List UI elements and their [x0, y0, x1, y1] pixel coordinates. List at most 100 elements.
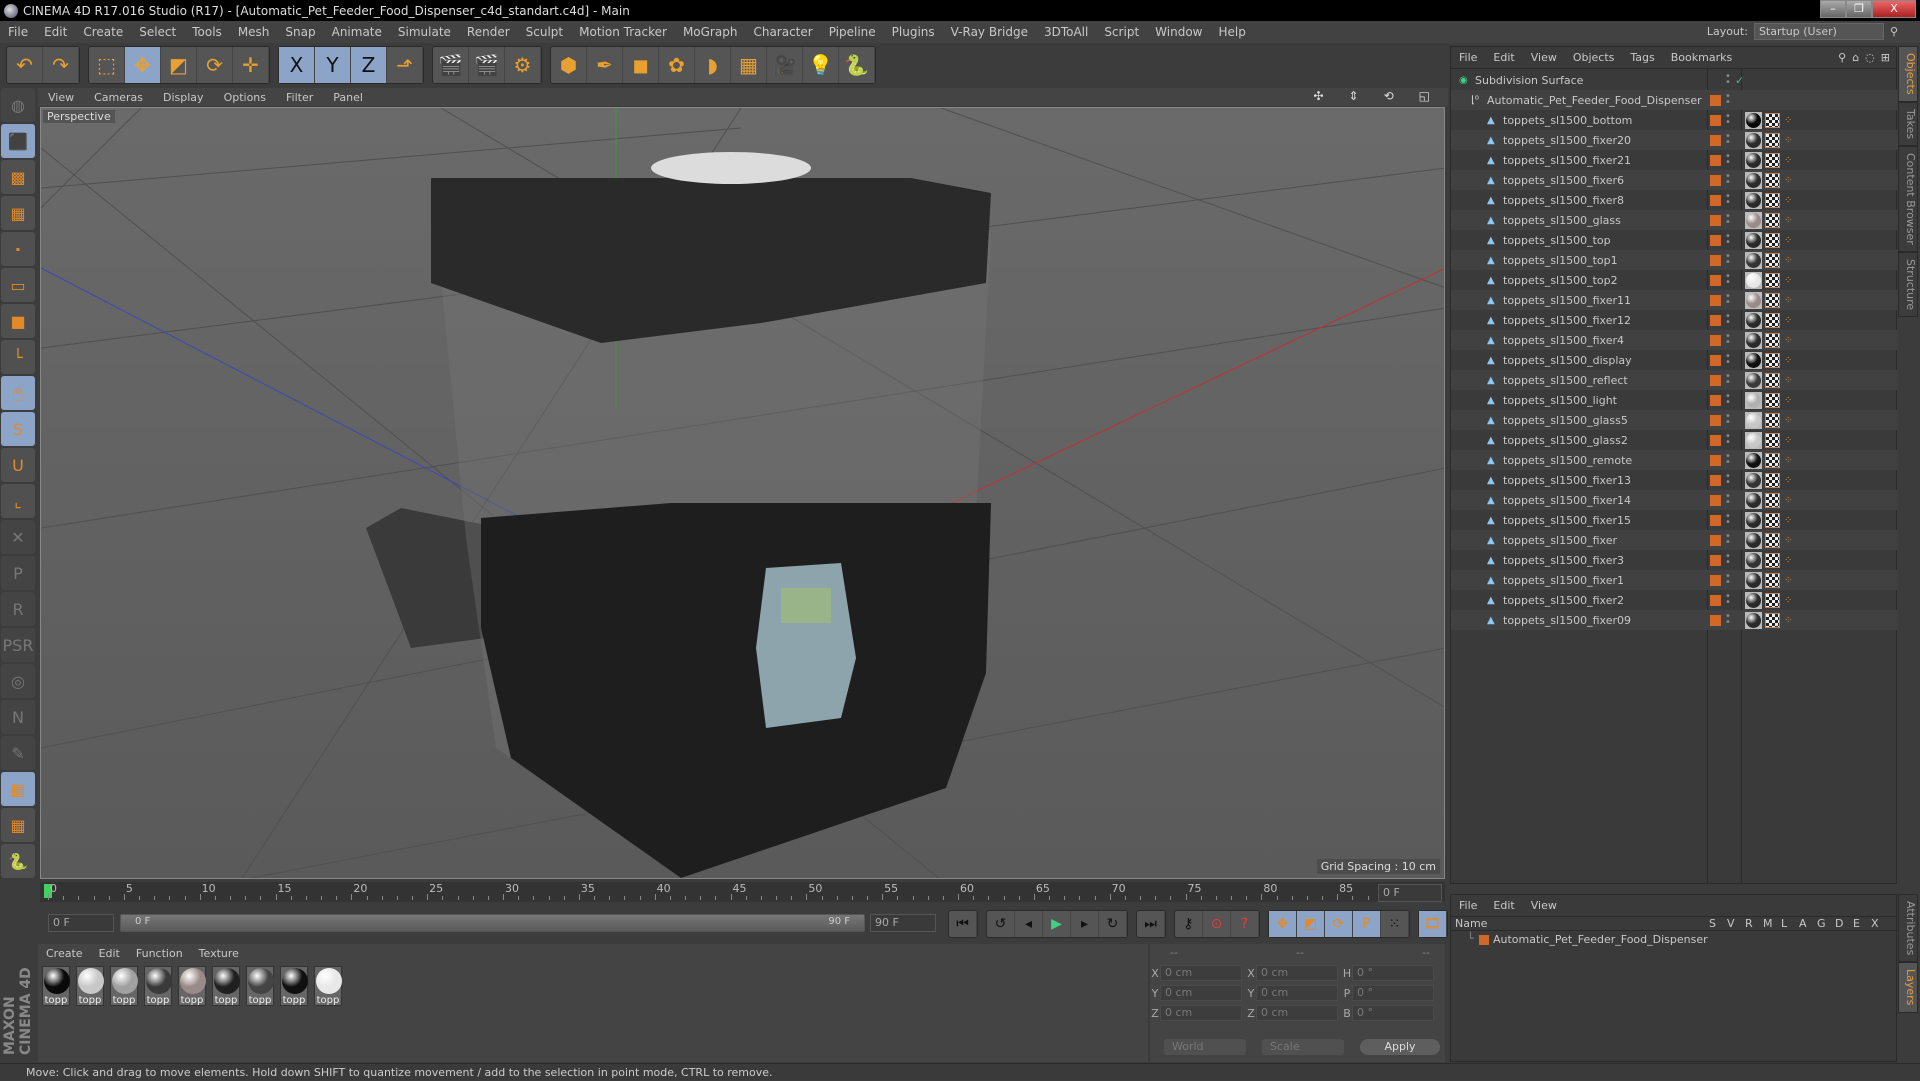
render-settings-icon[interactable]: ⚙ — [505, 47, 541, 83]
go-to-end-icon[interactable]: ⏭ — [1137, 911, 1165, 937]
uvw-tag-icon[interactable] — [1765, 492, 1780, 508]
object-row[interactable]: ▲ toppets_sl1500_top • • ⁘ — [1451, 230, 1898, 250]
layer-color-icon[interactable] — [1710, 434, 1721, 446]
layer-color-icon[interactable] — [1710, 154, 1721, 166]
layer-color-icon[interactable] — [1710, 454, 1721, 466]
object-row[interactable]: ▲ toppets_sl1500_fixer21 • • ⁘ — [1451, 150, 1898, 170]
uvw-tag-icon[interactable] — [1765, 592, 1780, 608]
x-axis-icon[interactable]: X — [279, 47, 315, 83]
menu-pipeline[interactable]: Pipeline — [821, 25, 884, 39]
layer-color-icon[interactable] — [1710, 494, 1721, 506]
visibility-dots-icon[interactable]: • • — [1725, 112, 1731, 128]
uvw-tag-icon[interactable] — [1765, 432, 1780, 448]
layer-color-icon[interactable] — [1710, 174, 1721, 186]
tab-content-browser[interactable]: Content Browser — [1898, 145, 1918, 252]
visibility-dots-icon[interactable]: • • — [1725, 492, 1731, 508]
layer-color-icon[interactable] — [1710, 394, 1721, 406]
uvw-tag-icon[interactable] — [1765, 332, 1780, 348]
phong-tag-icon[interactable]: ⁘ — [1784, 375, 1792, 386]
material-tag-icon[interactable] — [1745, 111, 1762, 129]
uvw-tag-icon[interactable] — [1765, 552, 1780, 568]
minimize-button[interactable]: – — [1820, 0, 1846, 18]
material-swatch[interactable]: topp — [42, 966, 70, 1006]
visibility-dots-icon[interactable]: • • — [1725, 172, 1731, 188]
scale-icon[interactable]: ◩ — [161, 47, 197, 83]
live-select-icon[interactable]: ✛ — [233, 47, 269, 83]
move-icon[interactable]: ✥ — [125, 47, 161, 83]
uvw-tag-icon[interactable] — [1765, 392, 1780, 408]
layer-color-icon[interactable] — [1710, 594, 1721, 606]
object-row[interactable]: ▲ toppets_sl1500_display • • ⁘ — [1451, 350, 1898, 370]
position-y-field[interactable]: 0 cm — [1160, 985, 1242, 1001]
layer-color-icon[interactable] — [1710, 234, 1721, 246]
phong-tag-icon[interactable]: ⁘ — [1784, 615, 1792, 626]
phong-tag-icon[interactable]: ⁘ — [1784, 155, 1792, 166]
uvw-tag-icon[interactable] — [1765, 112, 1780, 128]
layer-color-icon[interactable] — [1710, 194, 1721, 206]
phong-tag-icon[interactable]: ⁘ — [1784, 575, 1792, 586]
soft-psr-icon[interactable]: PSR — [1, 628, 35, 662]
phong-tag-icon[interactable]: ⁘ — [1784, 555, 1792, 566]
orbit-icon[interactable]: ⟲ — [1374, 89, 1404, 103]
record-keys-disabled-icon[interactable]: ⚷ — [1175, 911, 1203, 937]
visibility-dots-icon[interactable]: • • — [1725, 152, 1731, 168]
transform-mode-dropdown[interactable]: Scale — [1262, 1039, 1344, 1055]
object-row[interactable]: ▲ toppets_sl1500_fixer20 • • ⁘ — [1451, 130, 1898, 150]
uvw-tag-icon[interactable] — [1765, 132, 1780, 148]
object-row[interactable]: ▲ toppets_sl1500_fixer3 • • ⁘ — [1451, 550, 1898, 570]
points-mode-icon[interactable]: ⬝ — [1, 232, 35, 266]
phong-tag-icon[interactable]: ⁘ — [1784, 255, 1792, 266]
material-tag-icon[interactable] — [1745, 531, 1762, 549]
material-tag-icon[interactable] — [1745, 131, 1762, 149]
close-button[interactable]: X — [1872, 0, 1916, 18]
object-row[interactable]: ▲ toppets_sl1500_glass • • ⁘ — [1451, 210, 1898, 230]
lm-menu-file[interactable]: File — [1451, 899, 1485, 912]
material-tag-icon[interactable] — [1745, 611, 1762, 629]
object-row[interactable]: ▲ toppets_sl1500_top2 • • ⁘ — [1451, 270, 1898, 290]
object-row[interactable]: ▲ toppets_sl1500_remote • • ⁘ — [1451, 450, 1898, 470]
visibility-dots-icon[interactable]: • • — [1725, 312, 1731, 328]
material-swatch[interactable]: topp — [314, 966, 342, 1006]
menu-simulate[interactable]: Simulate — [390, 25, 459, 39]
object-row[interactable]: ▲ toppets_sl1500_top1 • • ⁘ — [1451, 250, 1898, 270]
axis-icon[interactable]: └ — [1, 340, 35, 374]
object-row[interactable]: ▲ toppets_sl1500_fixer4 • • ⁘ — [1451, 330, 1898, 350]
om-menu-view[interactable]: View — [1523, 51, 1565, 64]
viewport-menu-panel[interactable]: Panel — [323, 91, 373, 104]
material-swatch[interactable]: topp — [212, 966, 240, 1006]
phong-tag-icon[interactable]: ⁘ — [1784, 415, 1792, 426]
timeline-film-icon[interactable]: 🎞 — [1419, 911, 1447, 937]
om-menu-objects[interactable]: Objects — [1565, 51, 1623, 64]
visibility-dots-icon[interactable]: • • — [1725, 232, 1731, 248]
uvw-tag-icon[interactable] — [1765, 292, 1780, 308]
material-tag-icon[interactable] — [1745, 211, 1762, 229]
play-icon[interactable]: ▶ — [1043, 911, 1071, 937]
uvw-tag-icon[interactable] — [1765, 412, 1780, 428]
phong-tag-icon[interactable]: ⁘ — [1784, 215, 1792, 226]
uvw-tag-icon[interactable] — [1765, 152, 1780, 168]
material-tag-icon[interactable] — [1745, 431, 1762, 449]
workplane-icon[interactable]: ▦ — [1, 196, 35, 230]
size-z-field[interactable]: 0 cm — [1256, 1005, 1338, 1021]
uvw-tag-icon[interactable] — [1765, 352, 1780, 368]
phong-tag-icon[interactable]: ⁘ — [1784, 595, 1792, 606]
material-tag-icon[interactable] — [1745, 351, 1762, 369]
bend-deformer-icon[interactable]: ◗ — [695, 47, 731, 83]
phong-tag-icon[interactable]: ⁘ — [1784, 275, 1792, 286]
menu-mesh[interactable]: Mesh — [230, 25, 278, 39]
material-tag-icon[interactable] — [1745, 451, 1762, 469]
menu-3dtoall[interactable]: 3DToAll — [1036, 25, 1096, 39]
uvw-tag-icon[interactable] — [1765, 472, 1780, 488]
material-tag-icon[interactable] — [1745, 471, 1762, 489]
object-row[interactable]: ▲ toppets_sl1500_bottom • • ⁘ — [1451, 110, 1898, 130]
polygons-mode-icon[interactable]: ■ — [1, 304, 35, 338]
material-tag-icon[interactable] — [1745, 231, 1762, 249]
phong-tag-icon[interactable]: ⁘ — [1784, 495, 1792, 506]
object-row[interactable]: ▲ toppets_sl1500_glass2 • • ⁘ — [1451, 430, 1898, 450]
visibility-dots-icon[interactable]: • • — [1725, 532, 1731, 548]
lm-menu-view[interactable]: View — [1523, 899, 1565, 912]
soft-n-icon[interactable]: N — [1, 700, 35, 734]
object-row[interactable]: ▲ toppets_sl1500_fixer09 • • ⁘ — [1451, 610, 1898, 630]
menu-file[interactable]: File — [0, 25, 36, 39]
rotation-b-field[interactable]: 0 ° — [1352, 1005, 1434, 1021]
